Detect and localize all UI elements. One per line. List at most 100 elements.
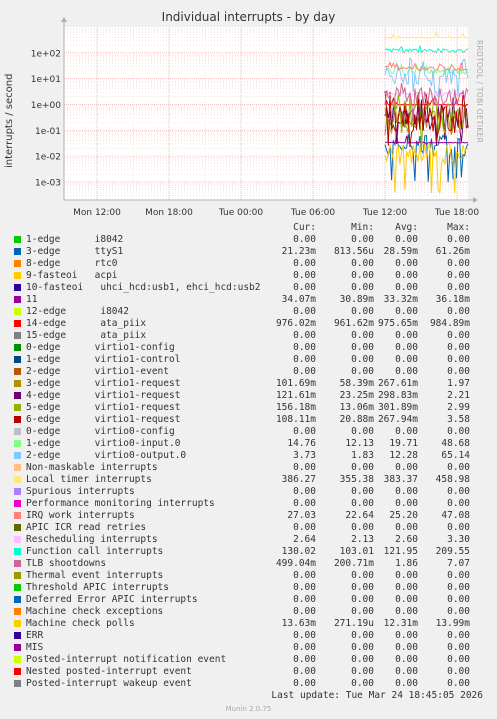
legend-max-value: 0.00 [447,594,470,605]
legend-cur-value: 0.00 [293,354,316,365]
legend-row: 1-edge virtio0-input.0 14.76 12.13 19.71 48.… [14,438,494,450]
legend-max-value: 0.00 [447,462,470,473]
legend-cur-value: 0.00 [293,570,316,581]
legend-label: Nested posted-interrupt event [26,666,192,677]
legend-max-value: 458.98 [435,474,470,485]
legend-cur-value: 0.00 [293,498,316,509]
legend-swatch [14,416,21,423]
legend-cur-value: 386.27 [281,474,316,485]
legend-avg-value: 0.00 [395,498,418,509]
legend-label: 10-fasteoi uhci_hcd:usb1, ehci_hcd:usb2 [26,282,261,293]
legend-row: 0-edge virtio1-config 0.00 0.00 0.00 0.00 [14,342,494,354]
legend-cur-value: 34.07m [281,294,316,305]
chart-plot: 1e+02 1e+01 1e+00 1e-01 1e-02 1e-03 Mon 12:00 M… [31,17,479,218]
legend-row: 6-edge virtio1-request 108.11m 20.88m 267.9… [14,414,494,426]
x-tick-label: Mon 12:00 [73,208,121,218]
legend-avg-value: 33.32m [383,294,418,305]
legend-swatch [14,428,21,435]
legend-row: Machine check polls 13.63m 271.19u 12.31m 13… [14,618,494,630]
legend-label: 3-edge ttyS1 [26,246,124,257]
legend-avg-value: 121.95 [383,546,418,557]
legend-label: Spurious interrupts [26,486,135,497]
x-axis-arrow [473,197,478,203]
legend-max-value: 0.00 [447,606,470,617]
legend-avg-value: 0.00 [395,606,418,617]
legend-avg-value: 975.65m [377,318,418,329]
legend-max-value: 209.55 [435,546,470,557]
legend-row: 1-edge i8042 0.00 0.00 0.00 0.00 [14,234,494,246]
legend-row: Threshold APIC interrupts 0.00 0.00 0.00 0.0… [14,582,494,594]
legend-cur-value: 0.00 [293,426,316,437]
legend-row: 9-fasteoi acpi 0.00 0.00 0.00 0.00 [14,270,494,282]
legend-max-value: 0.00 [447,354,470,365]
legend-cur-value: 976.02m [275,318,316,329]
legend-avg-value: 0.00 [395,342,418,353]
legend-label: 4-edge virtio1-request [26,390,181,401]
legend-max-value: 7.07 [447,558,470,569]
legend-max-value: 0.00 [447,330,470,341]
legend-max-value: 0.00 [447,522,470,533]
legend-row: 1-edge virtio1-control 0.00 0.00 0.00 0.00 [14,354,494,366]
legend-swatch [14,500,21,507]
y-tick-label: 1e-02 [35,153,61,163]
legend-cur-value: 0.00 [293,594,316,605]
y-axis-arrow [61,17,67,22]
legend-row: 3-edge ttyS1 21.23m 813.56u 28.59m 61.26m [14,246,494,258]
legend-label: Thermal event interrupts [26,570,164,581]
legend-avg-value: 0.00 [395,654,418,665]
legend-label: Threshold APIC interrupts [26,582,169,593]
legend-cur-value: 14.76 [287,438,316,449]
legend-max-value: 0.00 [447,426,470,437]
legend-label: 14-edge ata_piix [26,318,147,329]
legend-max-value: 1.97 [447,378,470,389]
legend-max-value: 0.00 [447,570,470,581]
legend-col-avg: Avg: [395,222,418,233]
legend-avg-value: 0.00 [395,234,418,245]
legend-cur-value: 101.69m [275,378,316,389]
legend-cur-value: 121.61m [275,390,316,401]
legend-avg-value: 0.00 [395,270,418,281]
legend-row: Function call interrupts 130.02 103.01 121.… [14,546,494,558]
legend-cur-value: 0.00 [293,282,316,293]
legend-cur-value: 0.00 [293,462,316,473]
x-tick-label: Mon 18:00 [145,208,193,218]
legend-max-value: 0.00 [447,654,470,665]
legend-swatch [14,680,21,687]
legend-cur-value: 108.11m [275,414,316,425]
legend-label: 2-edge virtio0-output.0 [26,450,187,461]
legend-swatch [14,512,21,519]
legend-label: 1-edge virtio0-input.0 [26,438,181,449]
legend-max-value: 36.18m [435,294,470,305]
legend-label: 9-fasteoi acpi [26,270,118,281]
y-tick-label: 1e-01 [35,127,61,137]
legend-cur-value: 0.00 [293,342,316,353]
legend-swatch [14,548,21,555]
legend-row: 0-edge virtio0-config 0.00 0.00 0.00 0.00 [14,426,494,438]
legend-avg-value: 0.00 [395,522,418,533]
legend-max-value: 0.00 [447,642,470,653]
legend-swatch [14,356,21,363]
legend-avg-value: 19.71 [389,438,418,449]
legend-label: 11 [26,294,38,305]
legend-avg-value: 0.00 [395,258,418,269]
legend-row: Posted-interrupt wakeup event 0.00 0.00 0.0… [14,678,494,690]
legend-row: TLB shootdowns 499.04m 200.71m 1.86 7.07 [14,558,494,570]
legend-label: Posted-interrupt notification event [26,654,227,665]
legend-cur-value: 499.04m [275,558,316,569]
legend-max-value: 3.30 [447,534,470,545]
legend-avg-value: 0.00 [395,582,418,593]
legend-col-cur: Cur: [293,222,316,233]
legend-label: Non-maskable interrupts [26,462,158,473]
legend-row: MIS 0.00 0.00 0.00 0.00 [14,642,494,654]
legend-cur-value: 2.64 [293,534,316,545]
legend-max-value: 0.00 [447,678,470,689]
legend-row: Machine check exceptions 0.00 0.00 0.00 0.00 [14,606,494,618]
legend-label: MIS [26,642,44,653]
legend-avg-value: 25.20 [389,510,418,521]
legend-label: 8-edge rtc0 [26,258,118,269]
legend-cur-value: 0.00 [293,666,316,677]
legend-max-value: 48.68 [441,438,470,449]
legend-avg-value: 0.00 [395,594,418,605]
munin-version: Munin 2.0.75 [225,705,272,713]
legend-max-value: 0.00 [447,306,470,317]
